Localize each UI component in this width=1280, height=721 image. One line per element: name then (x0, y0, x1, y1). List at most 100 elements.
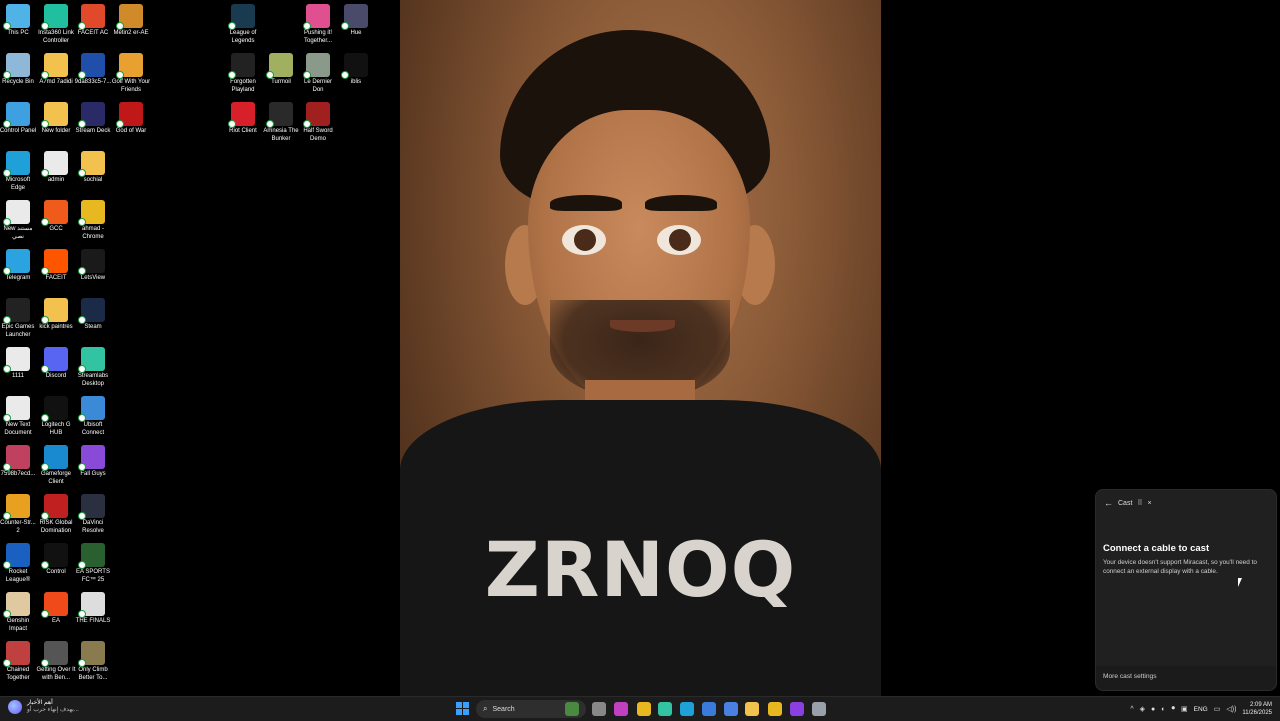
desktop-shortcut[interactable]: New مستند نصي (0, 200, 38, 241)
desktop-shortcut[interactable]: New folder (36, 102, 76, 136)
desktop-shortcut[interactable]: Control Panel (0, 102, 38, 136)
desktop-shortcut[interactable]: Pushing it! Together... (298, 4, 338, 45)
desktop-shortcut[interactable]: GCC (36, 200, 76, 234)
desktop-shortcut[interactable]: Recycle Bin (0, 53, 38, 87)
desktop-shortcut[interactable]: DaVinci Resolve (73, 494, 113, 535)
genshin-icon (3, 592, 30, 618)
desktop-shortcut[interactable]: A7md 7adidi (36, 53, 76, 87)
desktop-shortcut[interactable]: Ubisoft Connect (73, 396, 113, 437)
desktop-shortcut[interactable]: Forgotten Playland (223, 53, 263, 94)
desktop-shortcut-label: Metin2 er-AE (113, 30, 149, 36)
desktop-shortcut[interactable]: New Text Document (0, 396, 38, 437)
folder-icon[interactable] (745, 702, 759, 716)
news-widget[interactable]: أهم الأخبار يهدف إنهاء حرب أو... (8, 700, 79, 714)
sync-status-icon (228, 22, 236, 30)
desktop-shortcut-label: EA (51, 618, 60, 624)
desktop-shortcut[interactable]: Logitech G HUB (36, 396, 76, 437)
tray-app-icon[interactable]: ● (1151, 706, 1155, 713)
desktop-shortcut[interactable]: EA (36, 592, 76, 626)
language-indicator[interactable]: ENG (1194, 706, 1208, 713)
news-title: أهم الأخبار (27, 700, 53, 706)
more-cast-settings-link[interactable]: More cast settings (1103, 673, 1157, 680)
desktop-shortcut[interactable]: kick paintres (36, 298, 76, 332)
desktop-shortcut[interactable]: Epic Games Launcher (0, 298, 38, 339)
drag-handle-icon[interactable]: ⠿ (1137, 499, 1142, 507)
sync-status-icon (303, 22, 311, 30)
desktop-shortcut[interactable]: FACEIT AC (73, 4, 113, 38)
chrome-icon[interactable] (637, 702, 651, 716)
desktop-shortcut[interactable]: Half Sword Demo (298, 102, 338, 143)
desktop-shortcut[interactable]: Discord (36, 347, 76, 381)
desktop-shortcut[interactable]: ahmad - Chrome (73, 200, 113, 241)
desktop-shortcut[interactable]: RISK Global Domination (36, 494, 76, 535)
widgets-icon[interactable] (565, 702, 579, 716)
desktop-shortcut[interactable]: Riot Client (223, 102, 263, 136)
streamlabs-icon[interactable] (658, 702, 672, 716)
desktop-shortcut[interactable]: EA SPORTS FC™ 25 (73, 543, 113, 584)
file-explorer-icon[interactable] (592, 702, 606, 716)
desktop-shortcut[interactable]: Counter-Str... 2 (0, 494, 38, 535)
desktop-shortcut[interactable]: Hue (336, 4, 376, 38)
desktop-shortcut[interactable]: THE FINALS (73, 592, 113, 626)
desktop-shortcut[interactable]: Getting Over It with Ben... (36, 641, 76, 682)
desktop-shortcut[interactable]: iblis (336, 53, 376, 87)
tray-app-icon[interactable]: ▣ (1181, 705, 1188, 713)
desktop-shortcut[interactable]: God of War (111, 102, 151, 136)
desktop-shortcut[interactable]: admin (36, 151, 76, 185)
store-icon[interactable] (702, 702, 716, 716)
desktop-shortcut[interactable]: Streamlabs Desktop (73, 347, 113, 388)
desktop-shortcut[interactable]: Microsoft Edge (0, 151, 38, 192)
desktop-shortcut-label: Control Panel (0, 128, 37, 134)
desktop-shortcut[interactable]: Stream Deck (73, 102, 113, 136)
desktop-shortcut[interactable]: LetsView (73, 249, 113, 283)
desktop-shortcut[interactable]: 7598b7ecd... (0, 445, 38, 479)
start-button[interactable] (456, 702, 470, 716)
tray-app-icon[interactable]: ◐ (1161, 706, 1165, 713)
settings-icon[interactable] (812, 702, 826, 716)
network-icon[interactable]: ▭ (1214, 705, 1221, 713)
clock-time: 2:09 AM (1249, 702, 1272, 708)
close-icon[interactable]: × (1148, 500, 1152, 507)
tray-app-icon[interactable]: ◈ (1140, 705, 1145, 713)
golf-icon (116, 53, 143, 79)
desktop-shortcut[interactable]: Metin2 er-AE (111, 4, 151, 38)
messenger-icon[interactable] (790, 702, 804, 716)
desktop-shortcut[interactable]: Rocket League® (0, 543, 38, 584)
desktop-shortcut[interactable]: Fall Guys (73, 445, 113, 479)
volume-icon[interactable]: ◁)) (1226, 705, 1236, 713)
sync-status-icon (41, 120, 49, 128)
cast-title: Connect a cable to cast (1103, 543, 1210, 554)
desktop-shortcut[interactable]: sochial (73, 151, 113, 185)
chrome-icon[interactable] (768, 702, 782, 716)
copilot-app-icon[interactable] (724, 702, 738, 716)
back-arrow-icon[interactable]: ← (1104, 498, 1113, 508)
wallpaper-brow (550, 195, 622, 211)
desktop-shortcut[interactable]: Le Dernier Don (298, 53, 338, 94)
desktop-shortcut[interactable]: Chained Together (0, 641, 38, 682)
copilot-icon[interactable] (614, 702, 628, 716)
sync-status-icon (78, 659, 86, 667)
desktop-shortcut[interactable]: Telegram (0, 249, 38, 283)
edge-icon[interactable] (680, 702, 694, 716)
microphone-icon[interactable]: ⏺ (1172, 705, 1176, 713)
desktop-shortcut[interactable]: Amnesia The Bunker (261, 102, 301, 143)
desktop-shortcut[interactable]: Steam (73, 298, 113, 332)
desktop-shortcut[interactable]: 1111 (0, 347, 38, 381)
desktop-shortcut-label: Le Dernier Don (303, 79, 332, 93)
desktop-shortcut[interactable]: This PC (0, 4, 38, 38)
desktop-shortcut[interactable]: FACEIT (36, 249, 76, 283)
turmoil-icon (266, 53, 293, 79)
desktop-shortcut[interactable]: Genshin Impact (0, 592, 38, 633)
desktop-shortcut[interactable]: 9da833c5-7... (73, 53, 113, 87)
desktop-shortcut[interactable]: League of Legends (223, 4, 263, 45)
desktop-shortcut[interactable]: Golf With Your Friends (111, 53, 151, 94)
desktop-shortcut[interactable]: Gameforge Client (36, 445, 76, 486)
desktop-shortcut[interactable]: Insta360 Link Controller (36, 4, 76, 45)
davinci-icon (78, 494, 105, 520)
desktop-shortcut[interactable]: Only Climb Better To... (73, 641, 113, 682)
desktop-shortcut[interactable]: Turmoil (261, 53, 301, 87)
chevron-up-icon[interactable]: ^ (1130, 706, 1133, 713)
desktop-shortcut[interactable]: Control (36, 543, 76, 577)
wallpaper-eye (657, 225, 701, 255)
clock[interactable]: 2:09 AM 11/26/2025 (1242, 701, 1272, 717)
